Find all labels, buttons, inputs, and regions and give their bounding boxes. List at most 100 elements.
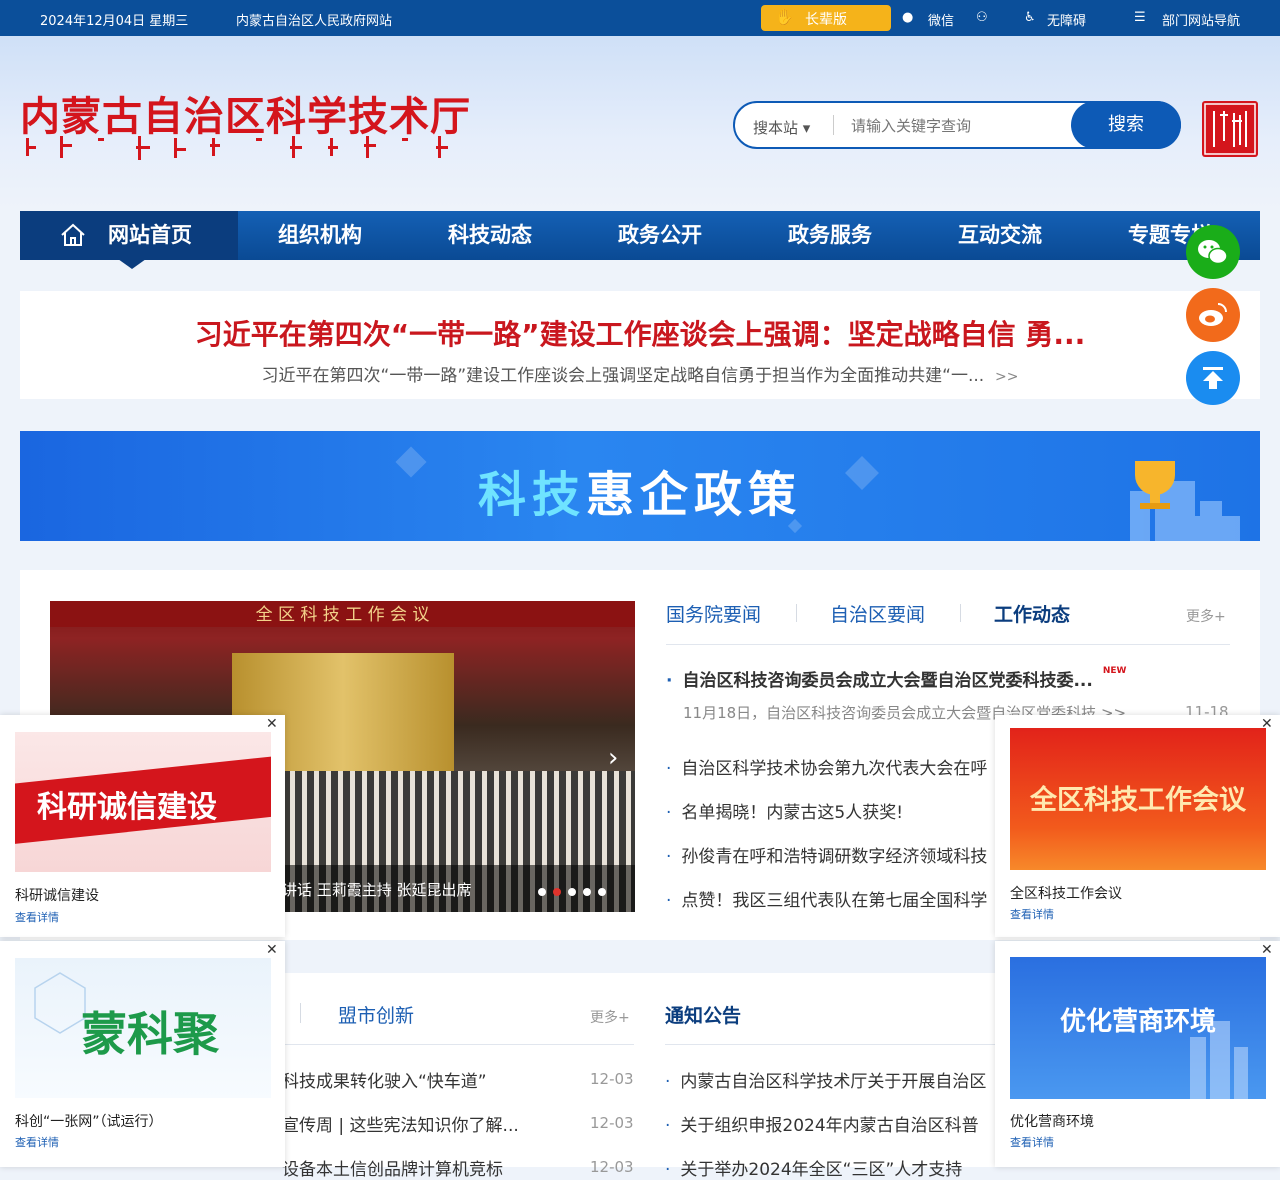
- carousel-dot-active[interactable]: [553, 888, 561, 896]
- weibo-float-button[interactable]: [1186, 288, 1240, 342]
- carousel-dot[interactable]: [598, 888, 606, 896]
- nav-label-home: 网站首页: [108, 223, 192, 247]
- nav-item-home[interactable]: 网站首页: [20, 211, 238, 260]
- nav-active-pointer: [118, 259, 146, 269]
- tab-work-news[interactable]: 工作动态: [994, 600, 1070, 627]
- wechat-float-button[interactable]: [1186, 225, 1240, 279]
- elder-mode-button[interactable]: ✋ 长辈版: [761, 5, 891, 31]
- weibo-icon: [1199, 303, 1227, 326]
- card-detail-link[interactable]: 查看详情: [1010, 1134, 1054, 1150]
- card-caption[interactable]: 科创“一张网”（试运行）: [15, 1111, 163, 1131]
- news-tabs: 国务院要闻 自治区要闻 工作动态 更多+: [666, 600, 1230, 645]
- nav-item-gov-services[interactable]: 政务服务: [788, 211, 872, 260]
- nav-item-interaction[interactable]: 互动交流: [958, 211, 1042, 260]
- search-bar: 搜本站 ▾ 搜索: [733, 101, 1181, 149]
- elder-icon: ✋: [775, 8, 794, 26]
- gov-site-link[interactable]: 内蒙古自治区人民政府网站: [236, 10, 392, 29]
- carousel-next-icon[interactable]: ›: [608, 743, 618, 773]
- close-icon[interactable]: ✕: [266, 942, 278, 958]
- seal-logo-icon: [1202, 101, 1258, 157]
- nav-item-organization[interactable]: 组织机构: [278, 211, 362, 260]
- main-nav: 网站首页 组织机构 科技动态 政务公开 政务服务 互动交流 专题专栏: [20, 211, 1260, 260]
- wechat-link[interactable]: 微信: [928, 10, 954, 29]
- list-item-date: 12-03: [590, 1158, 634, 1176]
- notice-item[interactable]: · 关于举办2024年全区“三区”人才支持: [665, 1155, 962, 1180]
- card-image-text: 科研诚信建设: [37, 790, 217, 825]
- notice-item[interactable]: · 关于组织申报2024年内蒙古自治区科普: [665, 1111, 979, 1136]
- card-detail-link[interactable]: 查看详情: [15, 1134, 59, 1150]
- home-icon: [61, 223, 85, 246]
- current-date: 2024年12月04日 星期三: [40, 14, 189, 29]
- divider: [282, 1044, 634, 1045]
- tab-state-council[interactable]: 国务院要闻: [666, 600, 761, 627]
- carousel-caption[interactable]: 讲话 王莉霞主持 张延昆出席: [282, 879, 472, 900]
- card-image[interactable]: 蒙科聚: [15, 958, 271, 1098]
- carousel-dots: [538, 881, 606, 900]
- news-more-link[interactable]: 更多+: [1186, 606, 1226, 626]
- list-item[interactable]: 科技成果转化驶入“快车道”: [282, 1067, 487, 1092]
- search-input[interactable]: [849, 112, 1073, 140]
- nav-item-gov-affairs[interactable]: 政务公开: [618, 211, 702, 260]
- card-image[interactable]: 优化营商环境: [1010, 957, 1266, 1099]
- close-icon[interactable]: ✕: [1261, 942, 1273, 958]
- headline-summary[interactable]: 习近平在第四次“一带一路”建设工作座谈会上强调坚定战略自信勇于担当作为全面推动共…: [20, 361, 1260, 386]
- search-scope-select[interactable]: 搜本站 ▾: [753, 117, 810, 138]
- dept-nav-link[interactable]: 部门网站导航: [1162, 10, 1240, 29]
- tab-region-news[interactable]: 自治区要闻: [830, 600, 925, 627]
- lower-more-link[interactable]: 更多+: [590, 1007, 630, 1027]
- list-item[interactable]: 设备本土信创品牌计算机竞标: [282, 1155, 503, 1180]
- policy-banner[interactable]: 科技惠企政策: [20, 431, 1260, 541]
- news-item[interactable]: · 名单揭晓！内蒙古这5人获奖!: [666, 798, 903, 823]
- wechat-icon: [1198, 240, 1228, 265]
- news-item[interactable]: · 点赞！我区三组代表队在第七届全国科学: [666, 886, 987, 911]
- popup-card-conference: ✕ 全区科技工作会议 全区科技工作会议 查看详情: [995, 715, 1280, 937]
- list-item-date: 12-03: [590, 1114, 634, 1132]
- back-to-top-button[interactable]: [1186, 351, 1240, 405]
- tab-divider: [796, 604, 797, 622]
- news-item[interactable]: · 孙俊青在呼和浩特调研数字经济领域科技: [666, 842, 987, 867]
- card-image-text: 优化营商环境: [1059, 1007, 1216, 1037]
- card-image-text: 全区科技工作会议: [1030, 785, 1246, 816]
- carousel-dot[interactable]: [583, 888, 591, 896]
- wechat-icon: ●: [902, 10, 914, 25]
- carousel-dot[interactable]: [568, 888, 576, 896]
- card-caption[interactable]: 全区科技工作会议: [1010, 883, 1122, 903]
- close-icon[interactable]: ✕: [266, 716, 278, 732]
- popup-card-kechuang: ✕ 蒙科聚 科创“一张网”（试运行） 查看详情: [0, 941, 285, 1167]
- featured-news-title[interactable]: · 自治区科技咨询委员会成立大会暨自治区党委科技委... NEW: [666, 666, 1126, 691]
- card-caption[interactable]: 科研诚信建设: [15, 885, 99, 905]
- nav-item-tech-news[interactable]: 科技动态: [448, 211, 532, 260]
- card-image-text: 蒙科聚: [81, 1007, 219, 1061]
- search-divider: [833, 115, 834, 135]
- tab-city-innovation[interactable]: 盟市创新: [338, 1001, 414, 1028]
- card-detail-link[interactable]: 查看详情: [15, 909, 59, 925]
- list-item-date: 12-03: [590, 1070, 634, 1088]
- news-item[interactable]: · 自治区科学技术协会第九次代表大会在呼: [666, 754, 987, 779]
- accessibility-icon: ♿: [1024, 10, 1036, 25]
- banner-title: 科技惠企政策: [477, 467, 803, 523]
- card-image[interactable]: 全区科技工作会议: [1010, 728, 1266, 870]
- search-button[interactable]: 搜索: [1071, 101, 1181, 149]
- menu-icon: ☰: [1134, 10, 1146, 25]
- tab-divider: [300, 1003, 301, 1023]
- card-detail-link[interactable]: 查看详情: [1010, 906, 1054, 922]
- headline-title[interactable]: 习近平在第四次“一带一路”建设工作座谈会上强调：坚定战略自信 勇...: [20, 313, 1260, 353]
- accessibility-link[interactable]: 无障碍: [1047, 10, 1086, 29]
- headline-block: 习近平在第四次“一带一路”建设工作座谈会上强调：坚定战略自信 勇... 习近平在…: [20, 291, 1260, 399]
- popup-card-business: ✕ 优化营商环境 优化营商环境 查看详情: [995, 941, 1280, 1167]
- notice-item[interactable]: · 内蒙古自治区科学技术厅关于开展自治区: [665, 1067, 986, 1092]
- top-bar: 2024年12月04日 星期三 内蒙古自治区人民政府网站 ✋ 长辈版 ● 微信 …: [0, 0, 1280, 36]
- card-image[interactable]: 科研诚信建设: [15, 732, 271, 872]
- header: 内蒙古自治区科学技术厅 搜本站 ▾ 搜索: [0, 36, 1280, 210]
- popup-card-integrity: ✕ 科研诚信建设 科研诚信建设 查看详情: [0, 715, 285, 937]
- new-badge: NEW: [1102, 666, 1127, 676]
- list-item[interactable]: 宣传周 | 这些宪法知识你了解...: [282, 1111, 519, 1136]
- carousel-dot[interactable]: [538, 888, 546, 896]
- divider: [665, 1044, 1010, 1045]
- card-caption[interactable]: 优化营商环境: [1010, 1111, 1094, 1131]
- carousel-banner-text: 全 区 科 技 工 作 会 议: [50, 601, 635, 627]
- tab-notices[interactable]: 通知公告: [665, 1001, 741, 1028]
- user-icon[interactable]: ⚇: [976, 10, 988, 25]
- tab-divider: [960, 604, 961, 622]
- caret-down-icon: ▾: [802, 119, 811, 137]
